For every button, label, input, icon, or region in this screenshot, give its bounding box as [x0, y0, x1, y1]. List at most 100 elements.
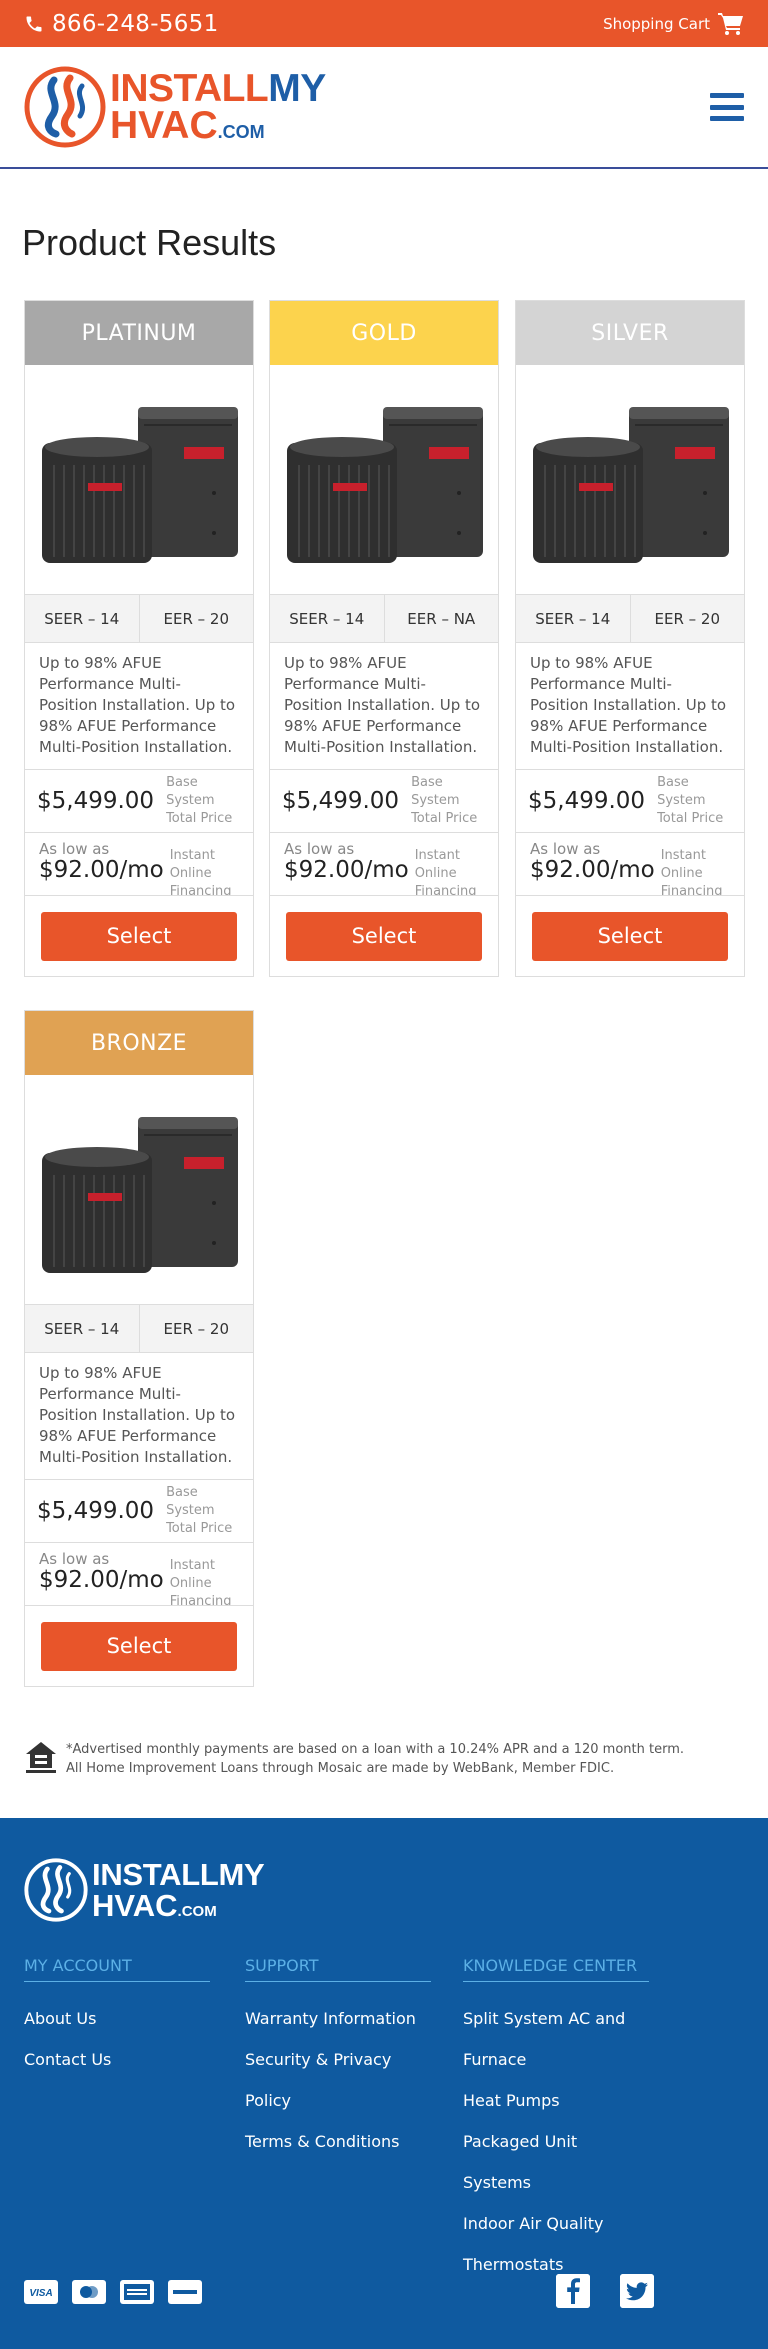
- product-ratings: SEER – 14 EER – 20: [25, 595, 253, 643]
- logo-text-my: MY: [268, 67, 326, 110]
- footer-link-contact-us[interactable]: Contact Us: [24, 2039, 210, 2080]
- cart-icon: [718, 12, 743, 35]
- product-card: BRONZE SEER – 14 EER – 20 Up to 98% AFUE…: [24, 1010, 254, 1687]
- financing-note: Instant Online Financing: [169, 1558, 232, 1606]
- price-row: $5,499.00 Base System Total Price: [25, 770, 253, 833]
- monthly-payment-row: As low as $92.00/mo Instant Online Finan…: [25, 1543, 253, 1606]
- product-description: Up to 98% AFUE Performance Multi-Positio…: [270, 643, 498, 770]
- footer-logo-line1: INSTALLMY: [92, 1857, 265, 1892]
- site-header: INSTALLMY HVAC.COM: [0, 47, 768, 169]
- product-tier-label: PLATINUM: [81, 320, 197, 346]
- logo-text-hvac: HVAC: [110, 104, 218, 147]
- footer-link-warranty[interactable]: Warranty Information: [245, 1998, 431, 2039]
- product-tier-label: GOLD: [351, 320, 417, 346]
- product-description: Up to 98% AFUE Performance Multi-Positio…: [25, 1353, 253, 1480]
- seer-rating: SEER – 14: [44, 609, 120, 628]
- select-button[interactable]: Select: [532, 911, 728, 961]
- financing-note: Instant Online Financing: [169, 848, 232, 896]
- footer-link-split-system[interactable]: Split System AC and Furnace: [463, 1998, 649, 2080]
- product-tier-header: BRONZE: [25, 1011, 253, 1075]
- financing-note: Instant Online Financing: [414, 848, 477, 896]
- product-image: [25, 365, 253, 595]
- product-image: [270, 365, 498, 595]
- disclaimer-line-2: All Home Improvement Loans through Mosai…: [66, 1761, 615, 1776]
- as-low-as-label: As low as: [284, 840, 355, 858]
- price-note: Base System Total Price: [411, 775, 478, 826]
- product-tier-header: SILVER: [516, 301, 744, 365]
- select-button-wrap: Select: [516, 896, 744, 976]
- site-footer: INSTALLMY HVAC.COM MY ACCOUNT About Us C…: [0, 1818, 768, 2349]
- financing-note: Instant Online Financing: [660, 848, 723, 896]
- product-image: [516, 365, 744, 595]
- payment-methods: VISA: [24, 2280, 202, 2304]
- footer-logo[interactable]: INSTALLMY HVAC.COM: [24, 1857, 265, 1922]
- monthly-payment: $92.00/mo: [530, 857, 655, 883]
- select-button-wrap: Select: [25, 896, 253, 976]
- footer-heading-knowledge-center: KNOWLEDGE CENTER: [463, 1956, 649, 1982]
- site-logo[interactable]: INSTALLMY HVAC.COM: [24, 66, 326, 148]
- facebook-icon[interactable]: [556, 2274, 590, 2308]
- product-card: PLATINUM SEER – 14 EER – 20 Up to 98% AF…: [24, 300, 254, 977]
- footer-col-knowledge-center: KNOWLEDGE CENTER Split System AC and Fur…: [463, 1956, 649, 2285]
- footer-link-packaged-units[interactable]: Packaged Unit Systems: [463, 2121, 649, 2203]
- social-links: [556, 2274, 654, 2308]
- product-ratings: SEER – 14 EER – 20: [25, 1305, 253, 1353]
- eer-rating: EER – 20: [138, 595, 254, 642]
- monthly-payment-row: As low as $92.00/mo Instant Online Finan…: [270, 833, 498, 896]
- shopping-cart-link[interactable]: Shopping Cart: [603, 12, 744, 36]
- seer-rating: SEER – 14: [44, 1319, 120, 1338]
- price-note: Base System Total Price: [166, 775, 233, 826]
- product-tier-header: GOLD: [270, 301, 498, 365]
- product-price: $5,499.00: [37, 788, 155, 814]
- select-button[interactable]: Select: [286, 911, 482, 961]
- amex-icon: [120, 2280, 154, 2304]
- eer-rating: EER – NA: [383, 595, 499, 642]
- footer-link-indoor-air[interactable]: Indoor Air Quality: [463, 2203, 649, 2244]
- logo-swirl-icon: [24, 66, 106, 148]
- top-bar: 866-248-5651 Shopping Cart: [0, 0, 768, 47]
- page-title: Product Results: [22, 222, 277, 263]
- product-tier-header: PLATINUM: [25, 301, 253, 365]
- product-card: GOLD SEER – 14 EER – NA Up to 98% AFUE P…: [269, 300, 499, 977]
- logo-text-com: .COM: [217, 122, 265, 142]
- monthly-payment: $92.00/mo: [284, 857, 409, 883]
- seer-rating: SEER – 14: [535, 609, 611, 628]
- discover-icon: [168, 2280, 202, 2304]
- phone-number: 866-248-5651: [52, 10, 219, 37]
- select-button-wrap: Select: [270, 896, 498, 976]
- product-price: $5,499.00: [282, 788, 400, 814]
- monthly-payment: $92.00/mo: [39, 1567, 164, 1593]
- product-image: [25, 1075, 253, 1305]
- disclaimer-line-1: *Advertised monthly payments are based o…: [66, 1742, 684, 1757]
- eer-rating: EER – 20: [629, 595, 745, 642]
- seer-rating: SEER – 14: [289, 609, 365, 628]
- monthly-payment-row: As low as $92.00/mo Instant Online Finan…: [25, 833, 253, 896]
- price-row: $5,499.00 Base System Total Price: [25, 1480, 253, 1543]
- footer-link-privacy[interactable]: Security & Privacy Policy: [245, 2039, 431, 2121]
- footer-col-support: SUPPORT Warranty Information Security & …: [245, 1956, 431, 2162]
- footer-link-heat-pumps[interactable]: Heat Pumps: [463, 2080, 649, 2121]
- select-button[interactable]: Select: [41, 1621, 237, 1671]
- footer-col-my-account: MY ACCOUNT About Us Contact Us: [24, 1956, 210, 2080]
- footer-link-about-us[interactable]: About Us: [24, 1998, 210, 2039]
- hamburger-menu-icon[interactable]: [710, 93, 744, 121]
- product-tier-label: BRONZE: [90, 1030, 188, 1056]
- footer-heading-my-account: MY ACCOUNT: [24, 1956, 210, 1982]
- as-low-as-label: As low as: [39, 840, 110, 858]
- product-description: Up to 98% AFUE Performance Multi-Positio…: [516, 643, 744, 770]
- product-price: $5,499.00: [37, 1498, 155, 1524]
- price-note: Base System Total Price: [166, 1485, 233, 1536]
- svg-text:VISA: VISA: [29, 2288, 52, 2297]
- price-note: Base System Total Price: [657, 775, 724, 826]
- monthly-payment: $92.00/mo: [39, 857, 164, 883]
- select-button[interactable]: Select: [41, 911, 237, 961]
- twitter-icon[interactable]: [620, 2274, 654, 2308]
- product-ratings: SEER – 14 EER – 20: [516, 595, 744, 643]
- footer-logo-swirl-icon: [24, 1858, 88, 1922]
- phone-link[interactable]: 866-248-5651: [24, 11, 219, 37]
- product-price: $5,499.00: [528, 788, 646, 814]
- footer-link-terms[interactable]: Terms & Conditions: [245, 2121, 431, 2162]
- as-low-as-label: As low as: [530, 840, 601, 858]
- product-ratings: SEER – 14 EER – NA: [270, 595, 498, 643]
- price-row: $5,499.00 Base System Total Price: [516, 770, 744, 833]
